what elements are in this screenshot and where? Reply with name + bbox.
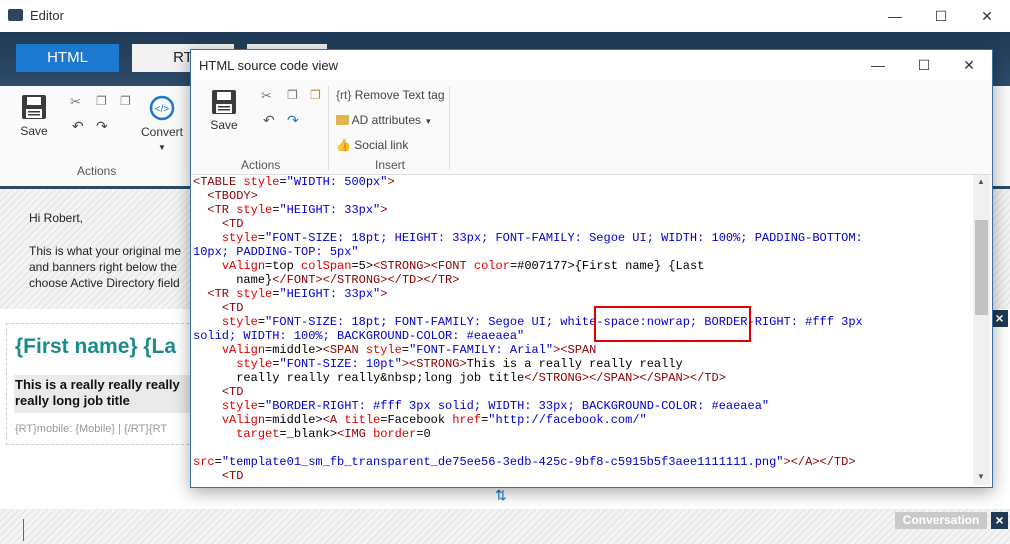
app-icon xyxy=(8,9,23,21)
dialog-close-button[interactable]: ✕ xyxy=(946,50,992,80)
window-title: Editor xyxy=(30,8,64,23)
convert-button[interactable]: </> Convert ▼ xyxy=(140,94,184,152)
social-link-button[interactable]: 👍 Social link xyxy=(336,138,408,152)
redo-icon[interactable]: ↷ xyxy=(96,118,108,135)
social-link-label: Social link xyxy=(354,138,409,152)
undo-icon[interactable]: ↶ xyxy=(263,112,275,129)
scroll-down-icon[interactable]: ▼ xyxy=(977,472,985,481)
maximize-button[interactable]: ☐ xyxy=(918,0,964,32)
insert-group-label: Insert xyxy=(375,158,406,172)
close-button[interactable]: ✕ xyxy=(964,0,1010,32)
ad-attributes-button[interactable]: AD attributes ▼ xyxy=(336,113,432,127)
text-tag-icon: {rt} xyxy=(336,88,352,102)
html-code-editor[interactable]: <TABLE style="WIDTH: 500px"> <TBODY> <TR… xyxy=(191,175,973,485)
save-label: Save xyxy=(20,124,48,138)
cut-icon[interactable]: ✂ xyxy=(261,88,272,104)
remove-text-tag-button[interactable]: {rt} Remove Text tag xyxy=(336,88,445,102)
signature-contact: {RT}mobile: {Mobile} | {/RT}{RT xyxy=(15,423,168,435)
scroll-up-icon[interactable]: ▲ xyxy=(977,177,985,186)
copy-icon[interactable]: ❐ xyxy=(287,88,298,102)
html-source-dialog: HTML source code view — ☐ ✕ Save ✂ ❐ ❐ ↶… xyxy=(190,49,993,488)
conversation-label[interactable]: Conversation xyxy=(895,512,987,529)
dialog-ribbon: Save ✂ ❐ ❐ ↶ ↷ Actions {rt} Remove Text … xyxy=(191,80,992,175)
main-titlebar: Editor — ☐ ✕ xyxy=(0,0,1010,33)
save-button[interactable]: Save xyxy=(14,94,54,138)
email-body-line1: This is what your original me xyxy=(29,244,182,258)
dialog-maximize-button[interactable]: ☐ xyxy=(901,50,947,80)
code-scrollbar[interactable]: ▲ ▼ xyxy=(973,175,990,485)
thumbs-up-icon: 👍 xyxy=(336,138,351,152)
paste-icon[interactable]: ❐ xyxy=(310,88,321,102)
ad-attributes-label: AD attributes xyxy=(351,113,422,127)
signature-title-line1: This is a really really really xyxy=(15,377,180,392)
dialog-titlebar: HTML source code view — ☐ ✕ xyxy=(191,50,992,80)
dialog-save-button[interactable]: Save xyxy=(207,89,241,132)
copy-icon[interactable]: ❐ xyxy=(96,94,107,108)
dialog-actions-group-label: Actions xyxy=(241,158,281,172)
actions-group-label: Actions xyxy=(77,164,117,178)
undo-icon[interactable]: ↶ xyxy=(72,118,84,135)
conversation-pane xyxy=(0,509,1010,544)
text-cursor xyxy=(23,519,24,541)
tab-html[interactable]: HTML xyxy=(16,44,119,72)
scroll-thumb[interactable] xyxy=(975,220,988,315)
svg-text:</>: </> xyxy=(155,104,170,115)
email-body-line3: choose Active Directory field xyxy=(29,276,180,290)
remove-text-tag-label: Remove Text tag xyxy=(354,88,445,102)
convert-dropdown-icon[interactable]: ▼ xyxy=(140,143,184,152)
cut-icon[interactable]: ✂ xyxy=(70,94,81,110)
resize-handle-icon[interactable]: ⇅ xyxy=(495,487,507,504)
signature-title-line2: really long job title xyxy=(15,393,130,408)
signature-name: {First name} {La xyxy=(15,335,177,358)
floppy-icon xyxy=(22,95,46,119)
convert-label: Convert xyxy=(140,125,184,139)
redo-icon[interactable]: ↷ xyxy=(287,112,299,129)
convert-icon: </> xyxy=(149,95,175,121)
highlight-box xyxy=(594,306,751,342)
email-body-line2: and banners right below the xyxy=(29,260,178,274)
dialog-title: HTML source code view xyxy=(199,58,338,73)
floppy-icon xyxy=(212,90,236,114)
dialog-save-label: Save xyxy=(210,118,238,132)
minimize-button[interactable]: — xyxy=(872,0,918,32)
close-conversation-icon[interactable]: × xyxy=(991,512,1008,529)
paste-icon[interactable]: ❐ xyxy=(120,94,131,108)
ad-attributes-dropdown-icon: ▼ xyxy=(424,117,433,126)
email-greeting: Hi Robert, xyxy=(29,211,84,225)
folder-icon xyxy=(336,115,349,125)
dialog-minimize-button[interactable]: — xyxy=(855,50,901,80)
close-pane-icon[interactable]: × xyxy=(991,310,1008,327)
